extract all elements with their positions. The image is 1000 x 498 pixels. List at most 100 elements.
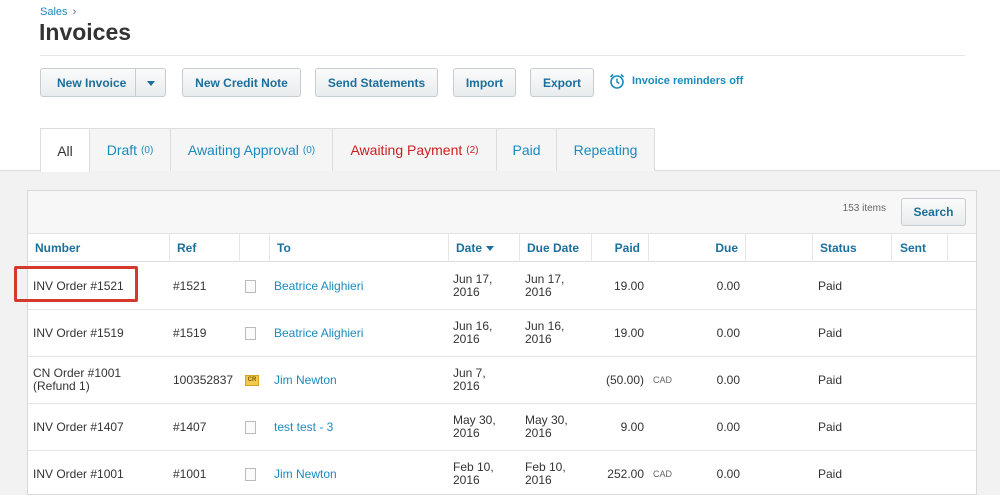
send-statements-button[interactable]: Send Statements [315, 68, 438, 97]
column-number[interactable]: Number [28, 234, 170, 262]
invoice-ref: #1001 [173, 466, 207, 481]
paid-currency: CAD [653, 357, 672, 403]
invoice-list-panel: 153 items Search Number Ref To Date Due … [27, 190, 977, 495]
invoice-reminders-link[interactable]: Invoice reminders off [608, 72, 743, 90]
tab-repeating[interactable]: Repeating [556, 128, 655, 171]
document-icon-shape [245, 467, 256, 481]
export-button[interactable]: Export [530, 68, 594, 97]
invoice-number[interactable]: INV Order #1001 [33, 451, 163, 497]
tab-paid-label: Paid [512, 142, 541, 158]
tab-awaiting-payment-label: Awaiting Payment [350, 142, 463, 158]
due-amount: 0.00 [716, 372, 740, 387]
document-icon-shape [245, 420, 256, 434]
tab-all[interactable]: All [40, 128, 90, 172]
paid-amount: 252.00 [607, 466, 644, 481]
invoice-date: Jun 17, 2016 [453, 272, 493, 299]
import-button[interactable]: Import [453, 68, 516, 97]
document-icon-shape [245, 279, 256, 293]
new-credit-note-button[interactable]: New Credit Note [182, 68, 301, 97]
search-button[interactable]: Search [901, 198, 966, 226]
document-icon [245, 451, 256, 497]
invoice-ref: #1521 [173, 278, 207, 293]
invoice-number[interactable]: INV Order #1407 [33, 404, 163, 450]
invoice-date: Feb 10, 2016 [453, 460, 494, 487]
tab-draft[interactable]: Draft (0) [89, 128, 171, 171]
status-text: Paid [818, 466, 843, 481]
column-date[interactable]: Date [449, 234, 520, 262]
due-amount: 0.00 [716, 325, 740, 340]
paid-currency: CAD [653, 451, 672, 497]
document-icon [245, 404, 256, 450]
status-text: Paid [818, 325, 843, 340]
table-row[interactable]: CN Order #1001 (Refund 1) 100352837 CR J… [28, 357, 976, 404]
breadcrumb-sales-link[interactable]: Sales [40, 6, 68, 18]
currency-code: CAD [653, 468, 673, 479]
invoice-due-date: Feb 10, 2016 [525, 460, 566, 487]
tab-awaiting-payment-count: (2) [466, 144, 479, 156]
tab-awaiting-payment[interactable]: Awaiting Payment (2) [332, 128, 497, 171]
tab-repeating-label: Repeating [573, 142, 638, 158]
invoice-due-date: Jun 16, 2016 [525, 319, 565, 346]
invoice-number[interactable]: CN Order #1001 (Refund 1) [33, 357, 143, 403]
due-amount: 0.00 [716, 278, 740, 293]
column-to[interactable]: To [270, 234, 449, 262]
table-row[interactable]: INV Order #1521 #1521 Beatrice Alighieri… [28, 263, 976, 310]
column-ref[interactable]: Ref [170, 234, 240, 262]
status-text: Paid [818, 419, 843, 434]
tab-awaiting-approval[interactable]: Awaiting Approval (0) [170, 128, 333, 171]
tab-all-label: All [57, 142, 73, 159]
alarm-clock-icon [609, 73, 625, 89]
table-header: Number Ref To Date Due Date Paid Due Sta… [28, 234, 976, 262]
contact-link[interactable]: Beatrice Alighieri [274, 310, 363, 356]
tab-draft-count: (0) [141, 144, 154, 156]
table-row[interactable]: INV Order #1407 #1407 test test - 3 May … [28, 404, 976, 451]
column-due-currency [746, 234, 813, 262]
status-text: Paid [818, 372, 843, 387]
tab-awaiting-approval-label: Awaiting Approval [187, 142, 299, 158]
invoice-ref: #1407 [173, 419, 207, 434]
highlight-box [14, 266, 138, 302]
list-toolbar: 153 items Search [28, 191, 976, 234]
contact-link[interactable]: Jim Newton [274, 451, 337, 497]
column-icon [240, 234, 270, 262]
new-invoice-button[interactable]: New Invoice [40, 68, 166, 97]
header-divider [40, 55, 965, 56]
contact-link[interactable]: Beatrice Alighieri [274, 263, 363, 309]
tab-paid[interactable]: Paid [496, 128, 557, 171]
invoice-due-date [525, 357, 585, 403]
document-icon [245, 310, 256, 356]
column-paid[interactable]: Paid [592, 234, 649, 262]
contact-link[interactable]: Jim Newton [274, 357, 337, 403]
paid-amount: 19.00 [613, 278, 644, 293]
column-due-date[interactable]: Due Date [520, 234, 592, 262]
invoice-date: Jun 7, 2016 [453, 366, 486, 393]
invoice-number[interactable]: INV Order #1519 [33, 310, 163, 356]
column-date-label: Date [456, 241, 483, 255]
credit-note-icon: CR [245, 357, 259, 403]
credit-note-badge: CR [245, 374, 259, 386]
table-row[interactable]: INV Order #1001 #1001 Jim Newton Feb 10,… [28, 451, 976, 498]
split-divider [135, 69, 136, 96]
invoice-date: Jun 16, 2016 [453, 319, 493, 346]
column-sent[interactable]: Sent [892, 234, 948, 262]
invoice-ref: #1519 [173, 325, 207, 340]
paid-amount: 19.00 [613, 325, 644, 340]
page-title: Invoices [39, 19, 132, 45]
contact-link[interactable]: test test - 3 [274, 404, 333, 450]
invoice-due-date: Jun 17, 2016 [525, 272, 565, 299]
breadcrumb: Sales › [40, 6, 76, 18]
status-text: Paid [818, 278, 843, 293]
due-amount: 0.00 [716, 419, 740, 434]
invoice-ref: 100352837 [173, 372, 234, 387]
breadcrumb-separator: › [72, 6, 77, 18]
due-amount: 0.00 [716, 466, 740, 481]
column-status[interactable]: Status [813, 234, 892, 262]
column-due[interactable]: Due [678, 234, 746, 262]
invoice-due-date: May 30, 2016 [525, 413, 568, 440]
paid-amount: 9.00 [620, 419, 644, 434]
chevron-down-icon[interactable] [147, 81, 155, 86]
table-row[interactable]: INV Order #1519 #1519 Beatrice Alighieri… [28, 310, 976, 357]
document-icon-shape [245, 326, 256, 340]
currency-code: CAD [653, 374, 673, 385]
document-icon [245, 263, 256, 309]
